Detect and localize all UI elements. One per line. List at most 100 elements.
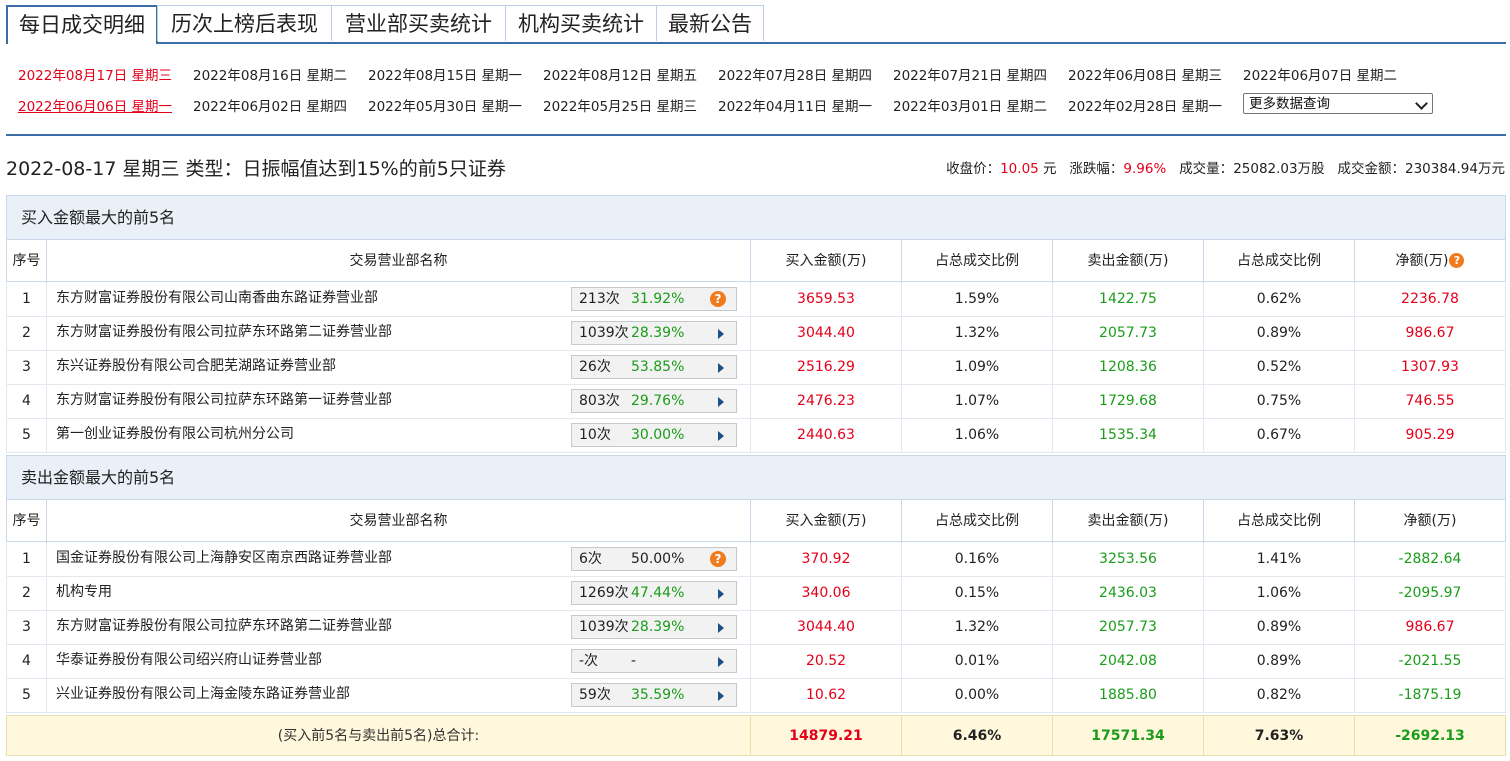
cell-branch-name: 机构专用 1269次 47.44% [47, 577, 751, 610]
badge-pct: 31.92% [631, 291, 685, 307]
branch-link[interactable]: 东方财富证券股份有限公司拉萨东环路第二证券营业部 [56, 618, 392, 634]
header-idx: 序号 [7, 240, 47, 283]
cell-net: 986.67 [1405, 619, 1455, 635]
cell-sell: 1208.36 [1053, 351, 1204, 384]
date-link[interactable]: 2022年06月06日 星期一 [18, 95, 172, 115]
cell-buy-pct: 1.32% [902, 317, 1053, 350]
play-icon[interactable] [718, 431, 724, 441]
cell-buy: 370.92 [751, 543, 902, 576]
branch-history-badge[interactable]: 26次 53.85% [571, 355, 737, 379]
branch-history-badge[interactable]: 10次 30.00% [571, 423, 737, 447]
cell-sell: 1422.75 [1053, 283, 1204, 316]
branch-history-badge[interactable]: 1039次 28.39% [571, 321, 737, 345]
branch-history-badge[interactable]: 213次 31.92%? [571, 287, 737, 311]
date-link[interactable]: 2022年03月01日 星期二 [893, 95, 1047, 115]
more-data-select[interactable]: 更多数据查询 [1243, 93, 1433, 114]
cell-buy: 2476.23 [751, 385, 902, 418]
branch-link[interactable]: 兴业证券股份有限公司上海金陵东路证券营业部 [56, 686, 350, 702]
badge-count: 213次 [579, 291, 620, 307]
date-link[interactable]: 2022年05月25日 星期三 [543, 95, 697, 115]
tab-latest-notice[interactable]: 最新公告 [656, 5, 764, 41]
cell-net: 986.67 [1405, 325, 1455, 341]
header-net: 净额(万) [1403, 513, 1457, 529]
branch-link[interactable]: 华泰证券股份有限公司绍兴府山证券营业部 [56, 652, 322, 668]
branch-link[interactable]: 机构专用 [56, 584, 112, 600]
cell-branch-name: 华泰证券股份有限公司绍兴府山证券营业部 -次 - [47, 645, 751, 678]
table-row: 1 东方财富证券股份有限公司山南香曲东路证券营业部 213次 31.92%? 3659.… [6, 283, 1506, 317]
question-icon[interactable]: ? [1449, 253, 1465, 268]
tab-institution-stats[interactable]: 机构买卖统计 [505, 5, 657, 41]
branch-history-badge[interactable]: 6次 50.00%? [571, 547, 737, 571]
branch-link[interactable]: 东兴证券股份有限公司合肥芜湖路证券营业部 [56, 358, 336, 374]
cell-branch-name: 东兴证券股份有限公司合肥芜湖路证券营业部 26次 53.85% [47, 351, 751, 384]
branch-history-badge[interactable]: 59次 35.59% [571, 683, 737, 707]
cell-idx: 5 [7, 419, 47, 452]
cell-sell: 2057.73 [1053, 317, 1204, 350]
date-link[interactable]: 2022年08月12日 星期五 [543, 64, 697, 84]
play-icon[interactable] [718, 589, 724, 599]
cell-idx: 1 [7, 283, 47, 316]
date-link[interactable]: 2022年06月07日 星期二 [1243, 64, 1397, 84]
branch-link[interactable]: 东方财富证券股份有限公司山南香曲东路证券营业部 [56, 290, 378, 306]
play-icon[interactable] [718, 329, 724, 339]
tab-bar: 每日成交明细 历次上榜后表现 营业部买卖统计 机构买卖统计 最新公告 [6, 5, 1506, 44]
cell-idx: 2 [7, 577, 47, 610]
sell-section-title: 卖出金额最大的前5名 [6, 455, 1506, 500]
cell-sell-pct: 0.52% [1204, 351, 1355, 384]
date-link[interactable]: 2022年05月30日 星期一 [368, 95, 522, 115]
tab-history-performance[interactable]: 历次上榜后表现 [157, 5, 332, 41]
date-link[interactable]: 2022年06月08日 星期三 [1068, 64, 1222, 84]
tab-branch-stats[interactable]: 营业部买卖统计 [331, 5, 506, 41]
table-row: 5 兴业证券股份有限公司上海金陵东路证券营业部 59次 35.59% 10.62 0.00… [6, 679, 1506, 713]
play-icon[interactable] [718, 397, 724, 407]
question-icon[interactable]: ? [710, 551, 726, 567]
question-icon[interactable]: ? [710, 291, 726, 307]
volume-label: 成交量： [1179, 161, 1234, 177]
header-net-label: 净额(万) [1395, 253, 1449, 269]
play-icon[interactable] [718, 691, 724, 701]
date-link[interactable]: 2022年02月28日 星期一 [1068, 95, 1222, 115]
header-sell-pct: 占总成交比例 [1204, 500, 1355, 543]
cell-sell: 2057.73 [1053, 611, 1204, 644]
cell-sell-pct: 0.75% [1204, 385, 1355, 418]
branch-link[interactable]: 东方财富证券股份有限公司拉萨东环路第一证券营业部 [56, 392, 392, 408]
close-unit: 元 [1038, 161, 1057, 177]
tab-daily-detail[interactable]: 每日成交明细 [6, 5, 158, 44]
close-value: 10.05 [1000, 161, 1039, 177]
cell-sell: 1729.68 [1053, 385, 1204, 418]
change-value: 9.96% [1123, 161, 1167, 177]
badge-pct: 29.76% [631, 393, 685, 409]
cell-idx: 4 [7, 645, 47, 678]
branch-history-badge[interactable]: 803次 29.76% [571, 389, 737, 413]
date-link[interactable]: 2022年07月28日 星期四 [718, 64, 872, 84]
cell-buy: 10.62 [751, 679, 902, 712]
total-label: (买入前5名与卖出前5名)总合计: [7, 716, 751, 756]
branch-history-badge[interactable]: 1039次 28.39% [571, 615, 737, 639]
date-link[interactable]: 2022年04月11日 星期一 [718, 95, 872, 115]
page-title: 2022-08-17 星期三 类型：日振幅值达到15%的前5只证券 [6, 158, 506, 180]
date-link[interactable]: 2022年08月15日 星期一 [368, 64, 522, 84]
table-row: 1 国金证券股份有限公司上海静安区南京西路证券营业部 6次 50.00%? 370.92… [6, 543, 1506, 577]
quote-stats: 收盘价：10.05 元 涨跌幅：9.96% 成交量：25082.03万股 成交金… [946, 157, 1505, 177]
cell-idx: 3 [7, 351, 47, 384]
play-icon[interactable] [718, 363, 724, 373]
badge-count: 803次 [579, 393, 620, 409]
branch-history-badge[interactable]: -次 - [571, 649, 737, 673]
date-link[interactable]: 2022年07月21日 星期四 [893, 64, 1047, 84]
cell-buy-pct: 0.16% [902, 543, 1053, 576]
branch-history-badge[interactable]: 1269次 47.44% [571, 581, 737, 605]
header-buy: 买入金额(万) [751, 500, 902, 543]
cell-net: 905.29 [1405, 427, 1455, 443]
date-link[interactable]: 2022年08月16日 星期二 [193, 64, 347, 84]
play-icon[interactable] [718, 623, 724, 633]
branch-link[interactable]: 第一创业证券股份有限公司杭州分公司 [56, 426, 294, 442]
header-sell: 卖出金额(万) [1053, 240, 1204, 283]
table-row: 3 东兴证券股份有限公司合肥芜湖路证券营业部 26次 53.85% 2516.29 1.0… [6, 351, 1506, 385]
cell-buy: 3659.53 [751, 283, 902, 316]
date-link[interactable]: 2022年08月17日 星期三 [18, 64, 172, 84]
branch-link[interactable]: 东方财富证券股份有限公司拉萨东环路第二证券营业部 [56, 324, 392, 340]
header-idx: 序号 [7, 500, 47, 543]
play-icon[interactable] [718, 657, 724, 667]
branch-link[interactable]: 国金证券股份有限公司上海静安区南京西路证券营业部 [56, 550, 392, 566]
date-link[interactable]: 2022年06月02日 星期四 [193, 95, 347, 115]
